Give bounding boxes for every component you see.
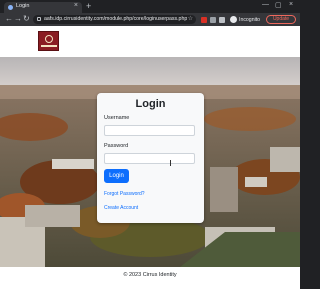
forward-arrow-icon[interactable]: → bbox=[14, 14, 22, 24]
create-account-link[interactable]: Create Account bbox=[104, 205, 138, 211]
copyright-text: © 2023 Cirrus Identity bbox=[123, 272, 177, 278]
address-bar[interactable]: aafs.idp.cirrusidentity.com/module.php/c… bbox=[33, 15, 196, 24]
login-button[interactable]: Login bbox=[104, 169, 129, 183]
incognito-icon[interactable] bbox=[230, 16, 237, 23]
tab-login[interactable]: Login × bbox=[4, 2, 82, 13]
username-input[interactable] bbox=[104, 125, 195, 136]
url-text: aafs.idp.cirrusidentity.com/module.php/c… bbox=[44, 16, 187, 22]
close-window-button[interactable]: × bbox=[289, 1, 293, 8]
seal-band bbox=[41, 45, 57, 47]
site-header bbox=[0, 26, 300, 57]
incognito-label: Incognito bbox=[239, 17, 261, 23]
new-tab-button[interactable]: + bbox=[86, 1, 91, 11]
text-cursor-icon bbox=[170, 160, 171, 166]
tab-favicon-icon bbox=[8, 5, 13, 10]
browser-toolbar: ← → ↻ aafs.idp.cirrusidentity.com/module… bbox=[0, 13, 300, 26]
browser-tab-bar: Login × + — ▢ × bbox=[0, 0, 300, 13]
forgot-password-link[interactable]: Forgot Password? bbox=[104, 191, 145, 197]
puzzle-icon[interactable] bbox=[219, 17, 225, 23]
login-heading: Login bbox=[135, 98, 166, 110]
university-seal-logo bbox=[38, 31, 59, 51]
password-label: Password bbox=[104, 143, 129, 149]
tab-title: Login bbox=[16, 3, 30, 9]
reload-icon[interactable]: ↻ bbox=[23, 14, 30, 24]
seal-emblem-icon bbox=[45, 35, 53, 43]
gray-extension-icon[interactable] bbox=[210, 17, 216, 23]
update-button[interactable]: Update bbox=[266, 15, 296, 24]
username-label: Username bbox=[104, 115, 130, 121]
campus-background-image: Login Username Password Login Forgot Pas… bbox=[0, 57, 300, 267]
minimize-button[interactable]: — bbox=[262, 1, 269, 8]
back-arrow-icon[interactable]: ← bbox=[5, 14, 13, 24]
maximize-button[interactable]: ▢ bbox=[275, 1, 282, 9]
bookmark-star-icon[interactable]: ☆ bbox=[188, 15, 193, 22]
red-extension-icon[interactable] bbox=[201, 17, 207, 23]
lock-icon bbox=[37, 17, 41, 21]
password-input[interactable] bbox=[104, 153, 195, 164]
tab-close-icon[interactable]: × bbox=[74, 2, 78, 9]
web-page: Login Username Password Login Forgot Pas… bbox=[0, 26, 300, 289]
site-footer: © 2023 Cirrus Identity bbox=[0, 267, 300, 289]
login-card: Login Username Password Login Forgot Pas… bbox=[97, 93, 204, 223]
